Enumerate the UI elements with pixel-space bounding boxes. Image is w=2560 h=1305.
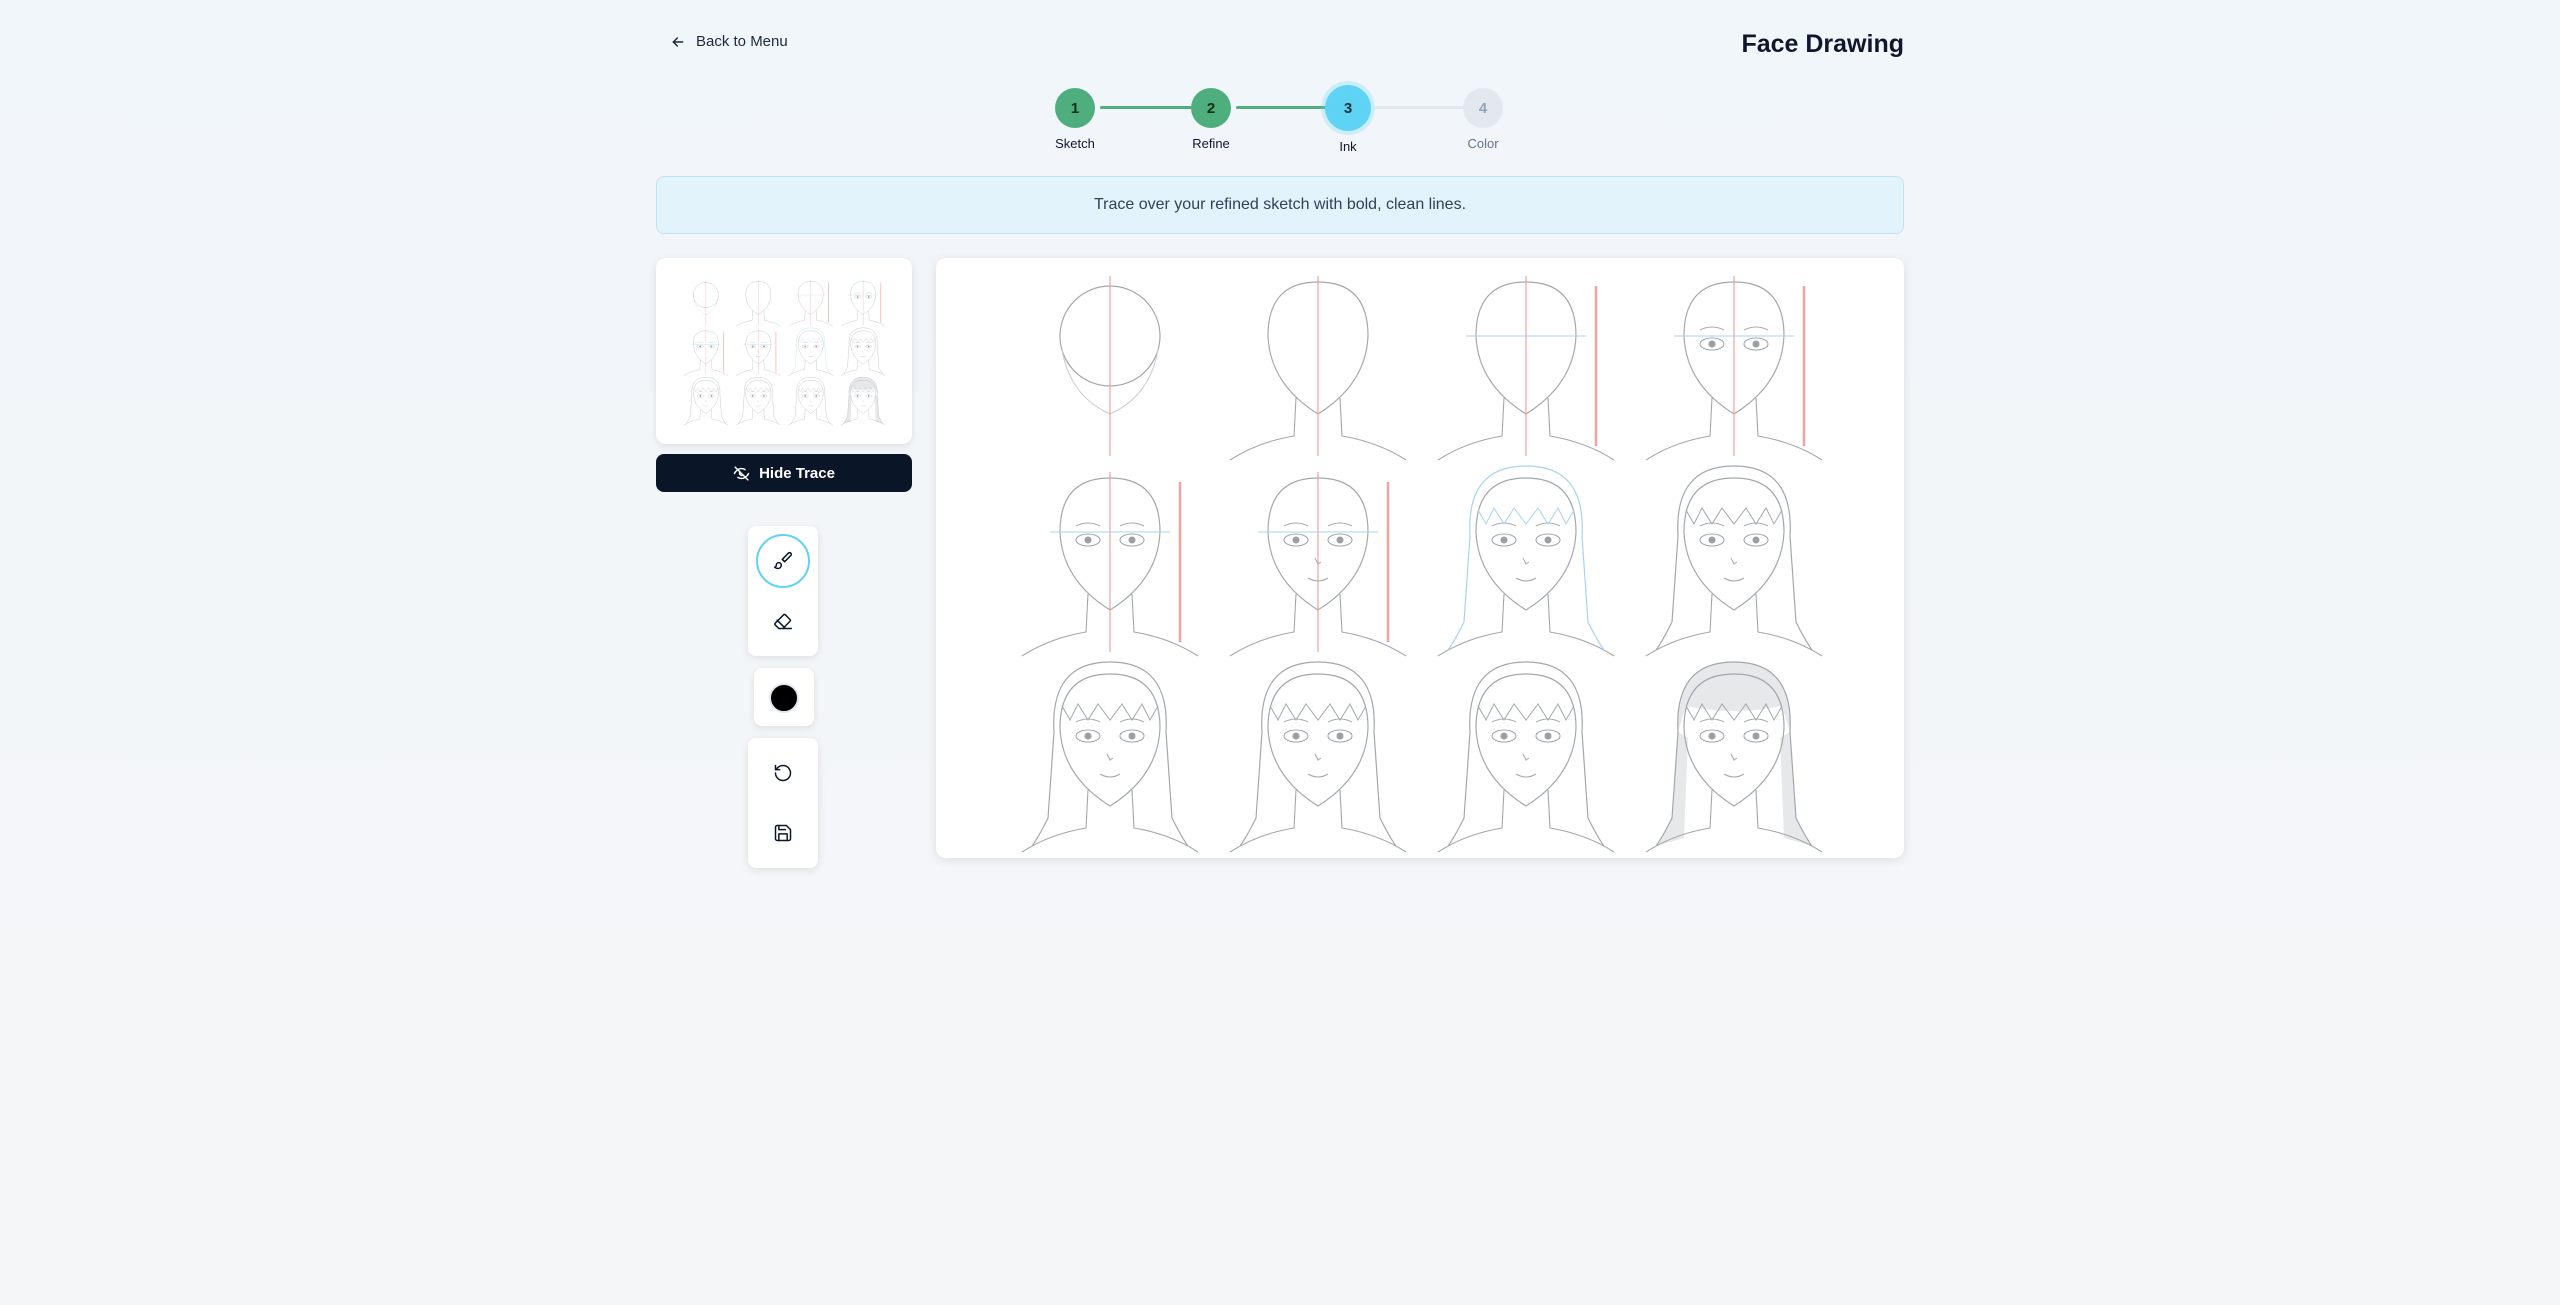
step-label: Ink xyxy=(1339,139,1357,154)
face-step-panel xyxy=(683,329,729,376)
instruction-text: Trace over your refined sketch with bold… xyxy=(1093,196,1467,213)
face-step-panel xyxy=(1021,472,1199,657)
eye-off-icon xyxy=(733,465,750,481)
tool-selector xyxy=(748,526,818,656)
undo-icon xyxy=(774,764,792,782)
reference-thumbnail[interactable] xyxy=(656,258,912,444)
instruction-banner: Trace over your refined sketch with bold… xyxy=(656,176,1904,234)
app-container: Back to Menu Face Drawing 1 Sketch 2 Ref… xyxy=(656,0,1904,1305)
face-step-panel xyxy=(788,327,833,376)
step-color[interactable]: 4 Color xyxy=(1423,88,1543,151)
action-panel xyxy=(748,738,818,868)
face-step-panel xyxy=(788,377,833,426)
step-number: 2 xyxy=(1191,88,1231,128)
color-swatch-black[interactable] xyxy=(769,683,799,713)
eraser-icon xyxy=(774,613,793,630)
step-label: Sketch xyxy=(1055,136,1095,151)
progress-stepper: 1 Sketch 2 Refine 3 Ink 4 Color xyxy=(656,0,1904,170)
face-step-panel xyxy=(1645,276,1823,461)
face-step-panel xyxy=(788,279,833,327)
step-refine[interactable]: 2 Refine xyxy=(1151,88,1271,151)
face-step-panel xyxy=(1645,661,1823,853)
face-step-panel xyxy=(1059,276,1161,456)
step-label: Color xyxy=(1467,136,1499,151)
hide-trace-button[interactable]: Hide Trace xyxy=(656,454,912,492)
undo-button[interactable] xyxy=(756,746,810,800)
paintbrush-icon xyxy=(773,551,792,570)
face-step-panel xyxy=(1229,276,1407,461)
step-number: 1 xyxy=(1055,88,1095,128)
face-step-panel xyxy=(683,377,729,426)
step-number: 3 xyxy=(1325,85,1371,131)
face-step-panel xyxy=(840,377,886,426)
color-picker xyxy=(754,668,814,726)
face-step-panel xyxy=(1021,661,1199,853)
brush-tool-button[interactable] xyxy=(756,534,810,588)
face-step-panel xyxy=(693,279,719,326)
face-step-panel xyxy=(1229,472,1407,657)
save-button[interactable] xyxy=(756,806,810,860)
face-step-panel xyxy=(1437,661,1615,853)
save-icon xyxy=(774,824,792,842)
face-step-panel xyxy=(1437,276,1615,461)
face-step-panel xyxy=(840,279,886,327)
hide-trace-label: Hide Trace xyxy=(759,464,835,482)
face-step-panel xyxy=(1645,465,1823,657)
face-step-panel xyxy=(736,377,781,426)
step-label: Refine xyxy=(1192,136,1230,151)
face-step-panel xyxy=(1229,661,1407,853)
eraser-tool-button[interactable] xyxy=(756,594,810,648)
face-step-panel xyxy=(736,279,781,327)
step-ink[interactable]: 3 Ink xyxy=(1288,85,1408,154)
step-number: 4 xyxy=(1463,88,1503,128)
step-sketch[interactable]: 1 Sketch xyxy=(1015,88,1135,151)
face-step-panel xyxy=(1437,465,1615,657)
face-drawing-steps-image xyxy=(1021,276,1823,853)
face-drawing-steps-image xyxy=(683,279,886,426)
face-step-panel xyxy=(840,327,886,376)
drawing-canvas[interactable] xyxy=(936,258,1904,858)
face-step-panel xyxy=(736,329,781,376)
